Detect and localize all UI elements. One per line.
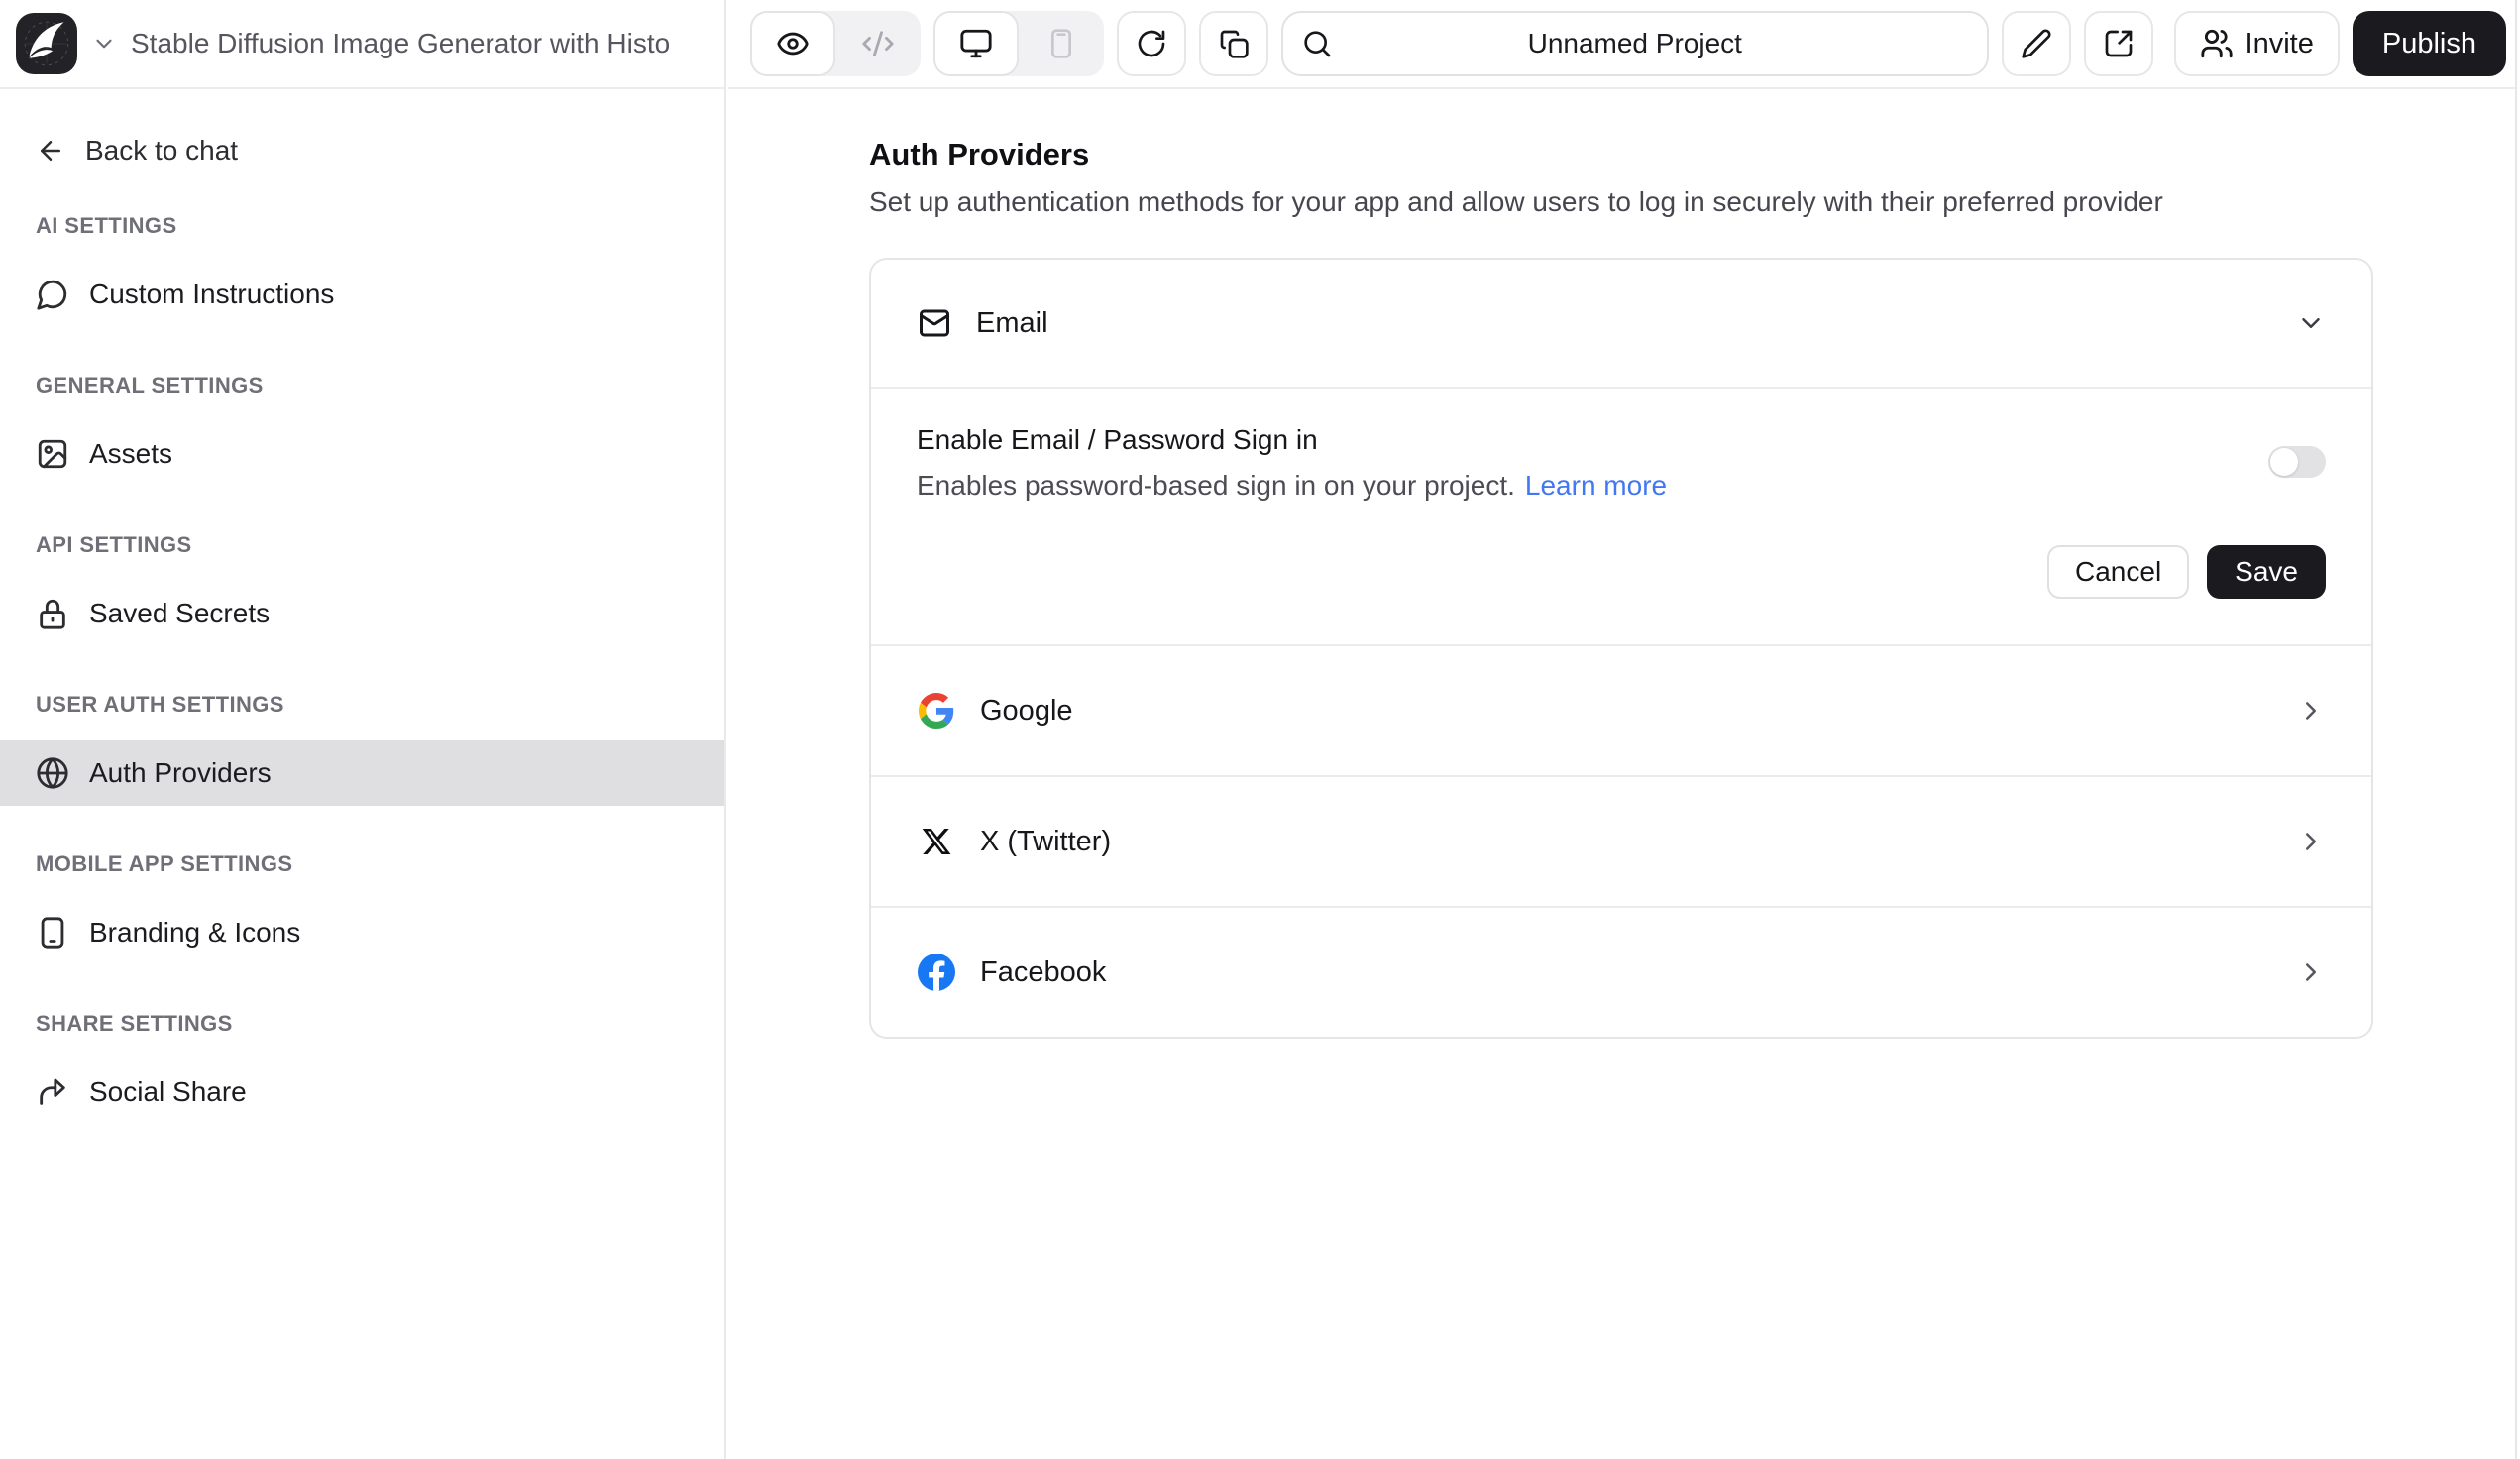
- image-icon: [36, 437, 69, 471]
- mail-icon: [917, 305, 952, 341]
- sidebar-item-assets[interactable]: Assets: [0, 421, 724, 487]
- section-title-share-settings: SHARE SETTINGS: [0, 1002, 724, 1046]
- chevron-right-icon: [2296, 827, 2326, 856]
- sidebar-item-label: Assets: [89, 438, 172, 470]
- pencil-icon: [2021, 28, 2052, 59]
- sidebar-item-label: Custom Instructions: [89, 279, 334, 310]
- project-title: Stable Diffusion Image Generator with Hi…: [131, 28, 707, 59]
- provider-label: Facebook: [980, 956, 1106, 989]
- refresh-icon: [1136, 28, 1167, 59]
- chevron-right-icon: [2296, 957, 2326, 987]
- google-icon: [917, 693, 956, 729]
- sidebar-item-auth-providers[interactable]: Auth Providers: [0, 740, 724, 806]
- chevron-down-icon: [2296, 308, 2326, 338]
- publish-button[interactable]: Publish: [2353, 11, 2506, 76]
- external-link-icon: [2103, 28, 2135, 59]
- cancel-button[interactable]: Cancel: [2047, 545, 2189, 599]
- back-to-chat-label: Back to chat: [85, 135, 238, 167]
- email-toggle-description: Enables password-based sign in on your p…: [917, 470, 1667, 502]
- refresh-button[interactable]: [1117, 11, 1186, 76]
- smartphone-icon: [36, 916, 69, 950]
- sidebar-item-label: Auth Providers: [89, 757, 272, 789]
- sidebar-item-branding-icons[interactable]: Branding & Icons: [0, 900, 724, 965]
- chevron-right-icon: [2296, 696, 2326, 726]
- arrow-left-icon: [36, 136, 65, 166]
- email-toggle-label: Enable Email / Password Sign in: [917, 424, 1318, 456]
- scrollbar-track[interactable]: [2515, 0, 2520, 1459]
- share-forward-icon: [36, 1075, 69, 1109]
- code-mode-button[interactable]: [835, 11, 921, 76]
- auth-providers-card: Email Enable Email / Password Sign in En…: [869, 258, 2373, 1039]
- view-mode-segmented-control: [750, 11, 921, 76]
- project-name-input[interactable]: [1283, 13, 1987, 74]
- preview-mode-button[interactable]: [750, 11, 835, 76]
- provider-label: X (Twitter): [980, 826, 1111, 858]
- monitor-icon: [959, 27, 993, 60]
- back-to-chat-button[interactable]: Back to chat: [0, 121, 724, 180]
- device-mode-segmented-control: [933, 11, 1104, 76]
- globe-icon: [36, 756, 69, 790]
- chat-bubble-icon: [36, 278, 69, 311]
- email-password-toggle[interactable]: [2268, 446, 2326, 478]
- app-logo[interactable]: [16, 13, 77, 74]
- page-description: Set up authentication methods for your a…: [869, 186, 2373, 218]
- code-icon: [861, 27, 895, 60]
- phone-icon: [1045, 28, 1077, 59]
- sidebar-item-saved-secrets[interactable]: Saved Secrets: [0, 581, 724, 646]
- main-content: Auth Providers Set up authentication met…: [728, 89, 2520, 1459]
- section-title-ai-settings: AI SETTINGS: [0, 204, 724, 248]
- open-external-button[interactable]: [2084, 11, 2153, 76]
- provider-label: Google: [980, 695, 1073, 728]
- copy-icon: [1218, 28, 1250, 59]
- search-icon: [1301, 28, 1333, 59]
- email-accordion-header[interactable]: Email: [871, 260, 2371, 387]
- project-menu-chevron-down-icon[interactable]: [91, 31, 117, 56]
- sidebar-item-label: Social Share: [89, 1076, 247, 1108]
- copy-button[interactable]: [1199, 11, 1268, 76]
- section-title-user-auth-settings: USER AUTH SETTINGS: [0, 683, 724, 727]
- sidebar-item-social-share[interactable]: Social Share: [0, 1060, 724, 1125]
- email-settings-panel: Enable Email / Password Sign in Enables …: [871, 389, 2371, 644]
- section-title-general-settings: GENERAL SETTINGS: [0, 364, 724, 407]
- email-provider-label: Email: [976, 307, 1048, 340]
- x-twitter-provider-row[interactable]: X (Twitter): [871, 777, 2371, 906]
- email-toggle-description-text: Enables password-based sign in on your p…: [917, 470, 1515, 501]
- sidebar-item-label: Saved Secrets: [89, 598, 270, 629]
- section-title-api-settings: API SETTINGS: [0, 523, 724, 567]
- sidebar-header: Stable Diffusion Image Generator with Hi…: [0, 0, 724, 89]
- project-search-bar: [1281, 11, 1989, 76]
- page-title: Auth Providers: [869, 137, 2373, 172]
- sidebar-item-label: Branding & Icons: [89, 917, 300, 949]
- email-panel-actions: Cancel Save: [2047, 545, 2326, 599]
- mobile-view-button[interactable]: [1019, 11, 1104, 76]
- eye-icon: [776, 27, 810, 60]
- save-button[interactable]: Save: [2207, 545, 2326, 599]
- facebook-provider-row[interactable]: Facebook: [871, 908, 2371, 1037]
- desktop-view-button[interactable]: [933, 11, 1019, 76]
- sidebar-item-custom-instructions[interactable]: Custom Instructions: [0, 262, 724, 327]
- invite-button[interactable]: Invite: [2174, 11, 2340, 76]
- invite-label: Invite: [2246, 28, 2314, 60]
- section-title-mobile-app-settings: MOBILE APP SETTINGS: [0, 842, 724, 886]
- learn-more-link[interactable]: Learn more: [1525, 470, 1667, 501]
- edit-project-name-button[interactable]: [2002, 11, 2071, 76]
- logo-swoosh-icon: [16, 13, 77, 74]
- lock-icon: [36, 597, 69, 630]
- app-window: Stable Diffusion Image Generator with Hi…: [0, 0, 2520, 1459]
- toggle-knob: [2270, 448, 2298, 476]
- settings-nav: Back to chat AI SETTINGS Custom Instruct…: [0, 89, 724, 1125]
- x-twitter-icon: [917, 826, 956, 857]
- settings-sidebar: Stable Diffusion Image Generator with Hi…: [0, 0, 726, 1459]
- users-icon: [2200, 27, 2234, 60]
- publish-label: Publish: [2382, 28, 2476, 60]
- facebook-icon: [917, 954, 956, 991]
- top-toolbar: Invite Publish: [728, 0, 2520, 89]
- google-provider-row[interactable]: Google: [871, 646, 2371, 775]
